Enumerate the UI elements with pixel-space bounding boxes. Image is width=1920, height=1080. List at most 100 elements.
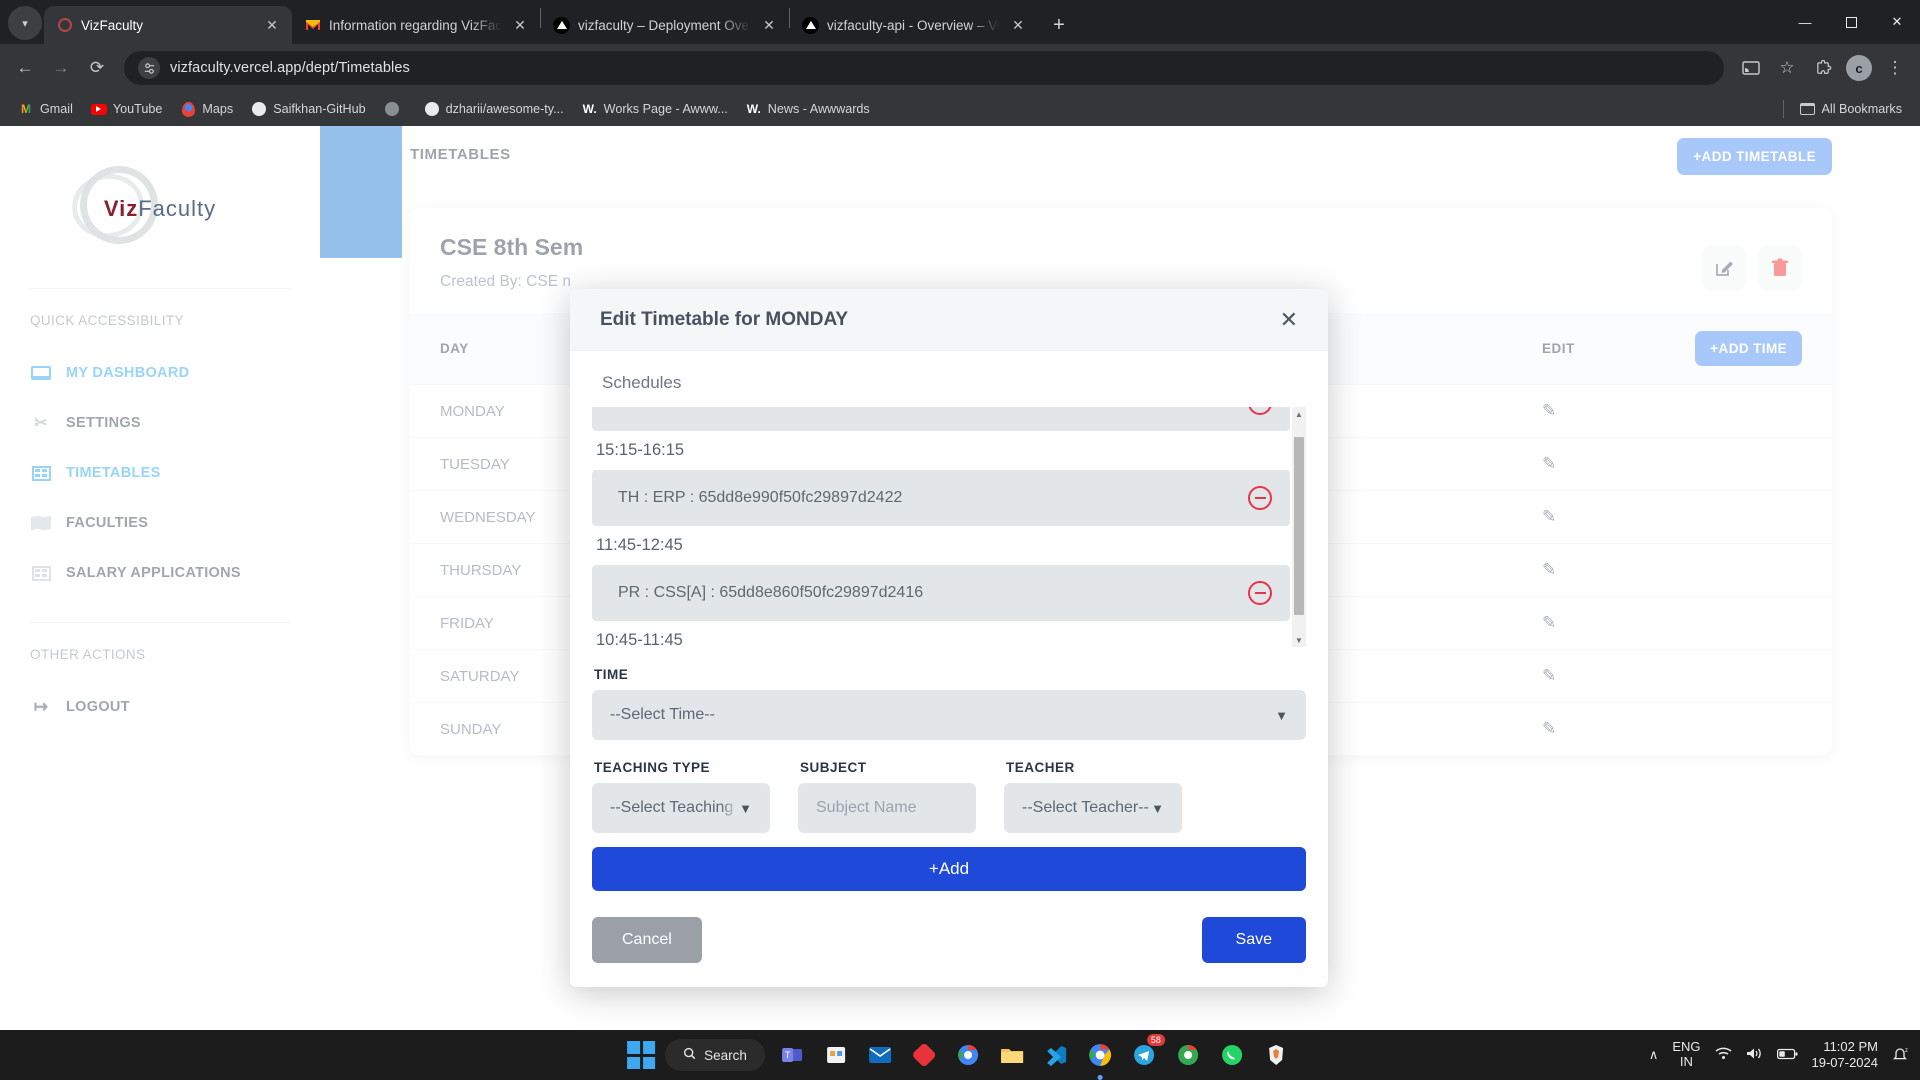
scroll-up-arrow-icon[interactable]: ▲ <box>1292 407 1306 421</box>
bookmark-works-page[interactable]: W. Works Page - Awww... <box>574 97 736 121</box>
all-bookmarks-button[interactable]: All Bookmarks <box>1792 97 1910 121</box>
battery-icon[interactable] <box>1776 1048 1798 1063</box>
whatsapp-icon[interactable] <box>1215 1038 1249 1072</box>
cancel-button[interactable]: Cancel <box>592 917 702 963</box>
minus-circle-icon[interactable] <box>1248 486 1272 510</box>
browser-toolbar: ← → ⟳ vizfaculty.vercel.app/dept/Timetab… <box>0 44 1920 92</box>
profile-avatar[interactable]: c <box>1846 55 1872 81</box>
reload-button[interactable]: ⟳ <box>80 51 114 85</box>
taskbar-search[interactable]: Search <box>665 1039 765 1071</box>
scroll-down-arrow-icon[interactable]: ▼ <box>1292 633 1306 647</box>
tab-close-button[interactable]: ✕ <box>1008 15 1028 35</box>
new-tab-button[interactable]: + <box>1044 10 1074 40</box>
telegram-icon[interactable]: 58 <box>1127 1034 1165 1072</box>
bookmark-label: Gmail <box>40 102 73 116</box>
speaker-icon[interactable] <box>1746 1047 1763 1063</box>
window-minimize-button[interactable]: — <box>1782 0 1828 44</box>
bookmark-star-icon[interactable]: ☆ <box>1770 51 1804 85</box>
url-text: vizfaculty.vercel.app/dept/Timetables <box>170 60 410 76</box>
vercel-icon <box>553 16 570 34</box>
window-close-button[interactable]: ✕ <box>1874 0 1920 44</box>
browser-tab-vercel-api[interactable]: vizfaculty-api - Overview – Verc ✕ <box>790 6 1038 44</box>
teaching-type-value: --Select Teaching Type-- <box>610 799 739 816</box>
folder-icon[interactable] <box>995 1038 1029 1072</box>
teaching-type-label: TEACHING TYPE <box>594 760 711 775</box>
bookmark-news-awwwards[interactable]: W. News - Awwwards <box>738 97 878 121</box>
schedules-scroll-area[interactable]: TH : HS&I : 65dd8e8c0f50fc29897d241c 15:… <box>592 407 1290 647</box>
svg-text:T: T <box>785 1050 791 1060</box>
teaching-type-select[interactable]: --Select Teaching Type-- ▼ <box>592 783 770 833</box>
subject-input[interactable]: Subject Name <box>798 783 976 833</box>
vercel-icon <box>802 16 819 34</box>
clock[interactable]: 11:02 PM 19-07-2024 <box>1812 1039 1879 1070</box>
modal-footer: Cancel Save <box>570 891 1328 987</box>
close-icon[interactable]: ✕ <box>1280 307 1298 333</box>
windows-icon[interactable] <box>627 1041 656 1069</box>
schedules-scrollbar[interactable]: ▲ ▼ <box>1292 407 1306 647</box>
bookmark-youtube[interactable]: YouTube <box>83 97 171 121</box>
save-button[interactable]: Save <box>1201 917 1306 963</box>
mail-icon[interactable] <box>863 1038 897 1072</box>
chrome-active-icon[interactable] <box>1083 1038 1117 1080</box>
chrome2-icon[interactable] <box>1171 1038 1205 1072</box>
scrollbar-thumb[interactable] <box>1294 437 1304 615</box>
tab-close-button[interactable]: ✕ <box>759 15 779 35</box>
tab-close-button[interactable]: ✕ <box>510 15 530 35</box>
store-icon[interactable] <box>819 1038 853 1072</box>
bookmarks-bar: M Gmail YouTube Maps Saifkhan-GitHub dzh… <box>0 92 1920 126</box>
adobe-icon[interactable] <box>907 1038 941 1072</box>
teacher-select-value: --Select Teacher-- <box>1022 799 1149 816</box>
vscode-icon[interactable] <box>1039 1038 1073 1072</box>
browser-tab-gmail[interactable]: Information regarding VizFacult ✕ <box>292 6 540 44</box>
extensions-icon[interactable] <box>1806 51 1840 85</box>
forward-button[interactable]: → <box>44 51 78 85</box>
site-settings-icon[interactable] <box>138 57 160 79</box>
bookmark-label: Saifkhan-GitHub <box>273 102 366 116</box>
tab-close-button[interactable]: ✕ <box>262 15 282 35</box>
chrome-icon[interactable] <box>951 1038 985 1072</box>
subject-label: SUBJECT <box>800 760 867 775</box>
bookmark-awesome-ty[interactable]: dzharii/awesome-ty... <box>416 97 572 121</box>
minus-circle-icon[interactable] <box>1248 581 1272 605</box>
ring-icon <box>56 17 73 34</box>
wifi-icon[interactable] <box>1715 1047 1732 1063</box>
schedule-entry: TH : HS&I : 65dd8e8c0f50fc29897d241c <box>592 407 1290 431</box>
browser-tab-vizfaculty[interactable]: VizFaculty ✕ <box>44 6 292 44</box>
browser-menu-button[interactable]: ⋮ <box>1878 51 1912 85</box>
schedule-time-label: 10:45-11:45 <box>596 631 683 647</box>
tray-expand-chevron-icon[interactable]: ∧ <box>1649 1047 1659 1063</box>
bookmark-gmail[interactable]: M Gmail <box>10 97 81 121</box>
logo-text-faculty: Faculty <box>138 196 217 221</box>
clock-date: 19-07-2024 <box>1811 1055 1879 1070</box>
add-schedule-button[interactable]: +Add <box>592 847 1306 891</box>
teams-icon[interactable]: T <box>775 1038 809 1072</box>
schedules-list: TH : HS&I : 65dd8e8c0f50fc29897d241c 15:… <box>592 407 1306 647</box>
window-maximize-button[interactable] <box>1828 0 1874 44</box>
time-select-value: --Select Time-- <box>610 706 715 723</box>
web-page: VizFaculty QUICK ACCESSIBILITY MY DASHBO… <box>0 126 1920 1030</box>
schedule-entry: PR : CSS[A] : 65dd8e860f50fc29897d2416 <box>592 565 1290 621</box>
bell-sleep-icon[interactable]: z <box>1892 1046 1910 1065</box>
back-button[interactable]: ← <box>8 51 42 85</box>
taskbar-center-group: Search T 58 <box>627 1034 1293 1080</box>
cast-icon[interactable] <box>1734 51 1768 85</box>
teacher-select[interactable]: --Select Teacher-- ▼ <box>1004 783 1182 833</box>
bookmark-maps[interactable]: Maps <box>172 97 241 121</box>
minus-circle-icon[interactable] <box>1248 407 1272 415</box>
schedules-label: Schedules <box>602 373 682 392</box>
language-indicator[interactable]: ENG IN <box>1672 1039 1700 1070</box>
bookmark-globe[interactable] <box>376 97 414 121</box>
browser-tab-vercel-deployment[interactable]: vizfaculty – Deployment Overvie ✕ <box>541 6 789 44</box>
bookmarks-divider <box>1782 100 1784 118</box>
gmail-icon: M <box>18 101 34 117</box>
bookmark-saifkhan-github[interactable]: Saifkhan-GitHub <box>243 97 373 121</box>
chevron-down-icon: ▼ <box>739 800 752 816</box>
logo-text-viz: Viz <box>103 196 139 221</box>
address-bar[interactable]: vizfaculty.vercel.app/dept/Timetables <box>124 51 1724 85</box>
time-field-group: TIME --Select Time-- ▼ <box>592 667 1306 740</box>
tab-strip: ▾ VizFaculty ✕ Information regarding Viz… <box>0 0 1920 44</box>
brave-icon[interactable] <box>1259 1038 1293 1072</box>
tab-search-button[interactable]: ▾ <box>8 6 42 40</box>
time-select[interactable]: --Select Time-- ▼ <box>592 690 1306 740</box>
gmail-icon <box>304 17 321 34</box>
